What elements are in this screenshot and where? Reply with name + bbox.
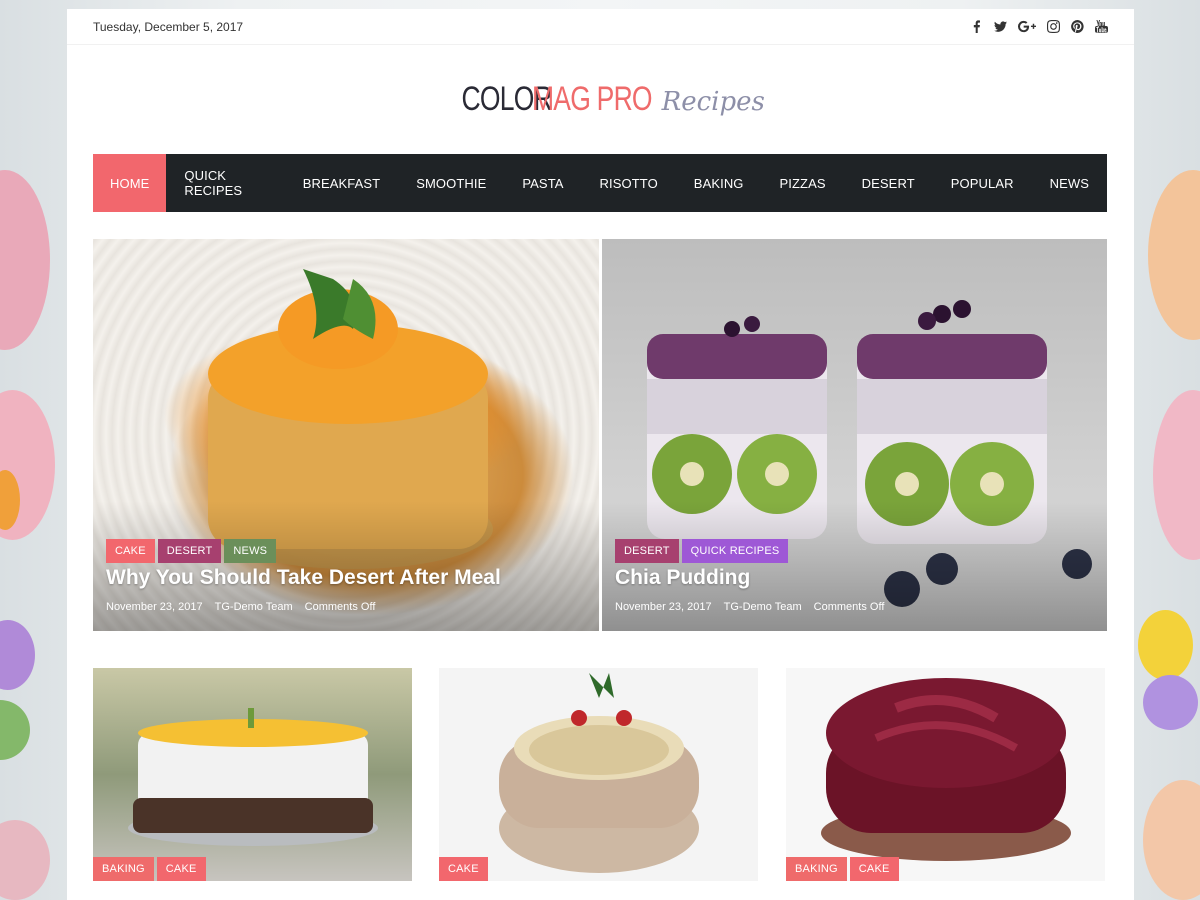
category-tag[interactable]: BAKING: [786, 857, 847, 881]
nav-item-home[interactable]: HOME: [93, 154, 167, 212]
post-comments: Comments Off: [813, 601, 885, 613]
instagram-icon[interactable]: [1047, 20, 1060, 33]
featured-post: DESERT QUICK RECIPES Chia Pudding Novemb…: [602, 239, 1107, 631]
post-date[interactable]: November 23, 2017: [615, 601, 712, 613]
nav-item-popular[interactable]: POPULAR: [933, 154, 1032, 212]
nav-item-smoothie[interactable]: SMOOTHIE: [398, 154, 504, 212]
site-header: COLOR MAG PRO Recipes: [67, 45, 1134, 153]
post-date[interactable]: November 23, 2017: [106, 601, 203, 613]
post-card: CAKE: [439, 668, 758, 881]
twitter-icon[interactable]: [994, 20, 1007, 33]
cake-illustration: [499, 673, 699, 873]
post-card-image[interactable]: [439, 668, 758, 881]
category-tag[interactable]: QUICK RECIPES: [681, 539, 789, 563]
page-container: Tuesday, December 5, 2017 COLOR MAG PRO …: [67, 9, 1134, 900]
featured-post: CAKE DESERT NEWS Why You Should Take Des…: [93, 239, 599, 631]
post-title[interactable]: Chia Pudding: [615, 566, 750, 590]
facebook-icon[interactable]: [970, 20, 983, 33]
nav-item-quick-recipes[interactable]: QUICK RECIPES: [166, 154, 284, 212]
nav-item-news[interactable]: NEWS: [1032, 154, 1107, 212]
post-categories: CAKE DESERT NEWS: [106, 539, 277, 563]
post-author[interactable]: TG-Demo Team: [215, 601, 293, 613]
cake-illustration: [128, 708, 378, 846]
post-categories: CAKE: [439, 857, 488, 881]
main-navigation: HOME QUICK RECIPES BREAKFAST SMOOTHIE PA…: [93, 154, 1107, 212]
nav-item-baking[interactable]: BAKING: [676, 154, 762, 212]
post-title[interactable]: Why You Should Take Desert After Meal: [106, 566, 501, 590]
nav-item-pizzas[interactable]: PIZZAS: [762, 154, 844, 212]
category-tag[interactable]: CAKE: [106, 539, 155, 563]
social-links: [970, 20, 1108, 33]
post-card-image[interactable]: [786, 668, 1105, 881]
pinterest-icon[interactable]: [1071, 20, 1084, 33]
background-right-decoration: [1133, 0, 1200, 900]
top-bar: Tuesday, December 5, 2017: [67, 9, 1134, 45]
nav-item-desert[interactable]: DESERT: [844, 154, 933, 212]
nav-item-breakfast[interactable]: BREAKFAST: [285, 154, 398, 212]
category-tag[interactable]: DESERT: [615, 539, 679, 563]
background-left-decoration: [0, 0, 67, 900]
post-categories: BAKING CAKE: [786, 857, 899, 881]
category-tag[interactable]: BAKING: [93, 857, 154, 881]
youtube-icon[interactable]: [1095, 20, 1108, 33]
category-tag[interactable]: CAKE: [849, 857, 899, 881]
post-author[interactable]: TG-Demo Team: [724, 601, 802, 613]
nav-item-pasta[interactable]: PASTA: [504, 154, 581, 212]
post-meta: November 23, 2017 TG-Demo Team Comments …: [615, 601, 884, 613]
post-categories: DESERT QUICK RECIPES: [615, 539, 789, 563]
post-meta: November 23, 2017 TG-Demo Team Comments …: [106, 601, 375, 613]
post-card: BAKING CAKE: [93, 668, 412, 881]
site-logo[interactable]: COLOR MAG PRO Recipes: [436, 80, 765, 119]
nav-item-risotto[interactable]: RISOTTO: [582, 154, 676, 212]
logo-part-recipes: Recipes: [661, 86, 765, 117]
post-card: BAKING CAKE: [786, 668, 1105, 881]
logo-part-mag-pro: MAG PRO: [532, 79, 653, 118]
category-tag[interactable]: DESERT: [157, 539, 222, 563]
post-comments: Comments Off: [304, 601, 376, 613]
category-tag[interactable]: CAKE: [439, 857, 488, 881]
category-tag[interactable]: CAKE: [156, 857, 206, 881]
cake-illustration: [821, 678, 1071, 861]
category-tag[interactable]: NEWS: [224, 539, 277, 563]
post-card-image[interactable]: [93, 668, 412, 881]
post-categories: BAKING CAKE: [93, 857, 206, 881]
google-plus-icon[interactable]: [1018, 20, 1036, 33]
current-date: Tuesday, December 5, 2017: [93, 19, 244, 34]
